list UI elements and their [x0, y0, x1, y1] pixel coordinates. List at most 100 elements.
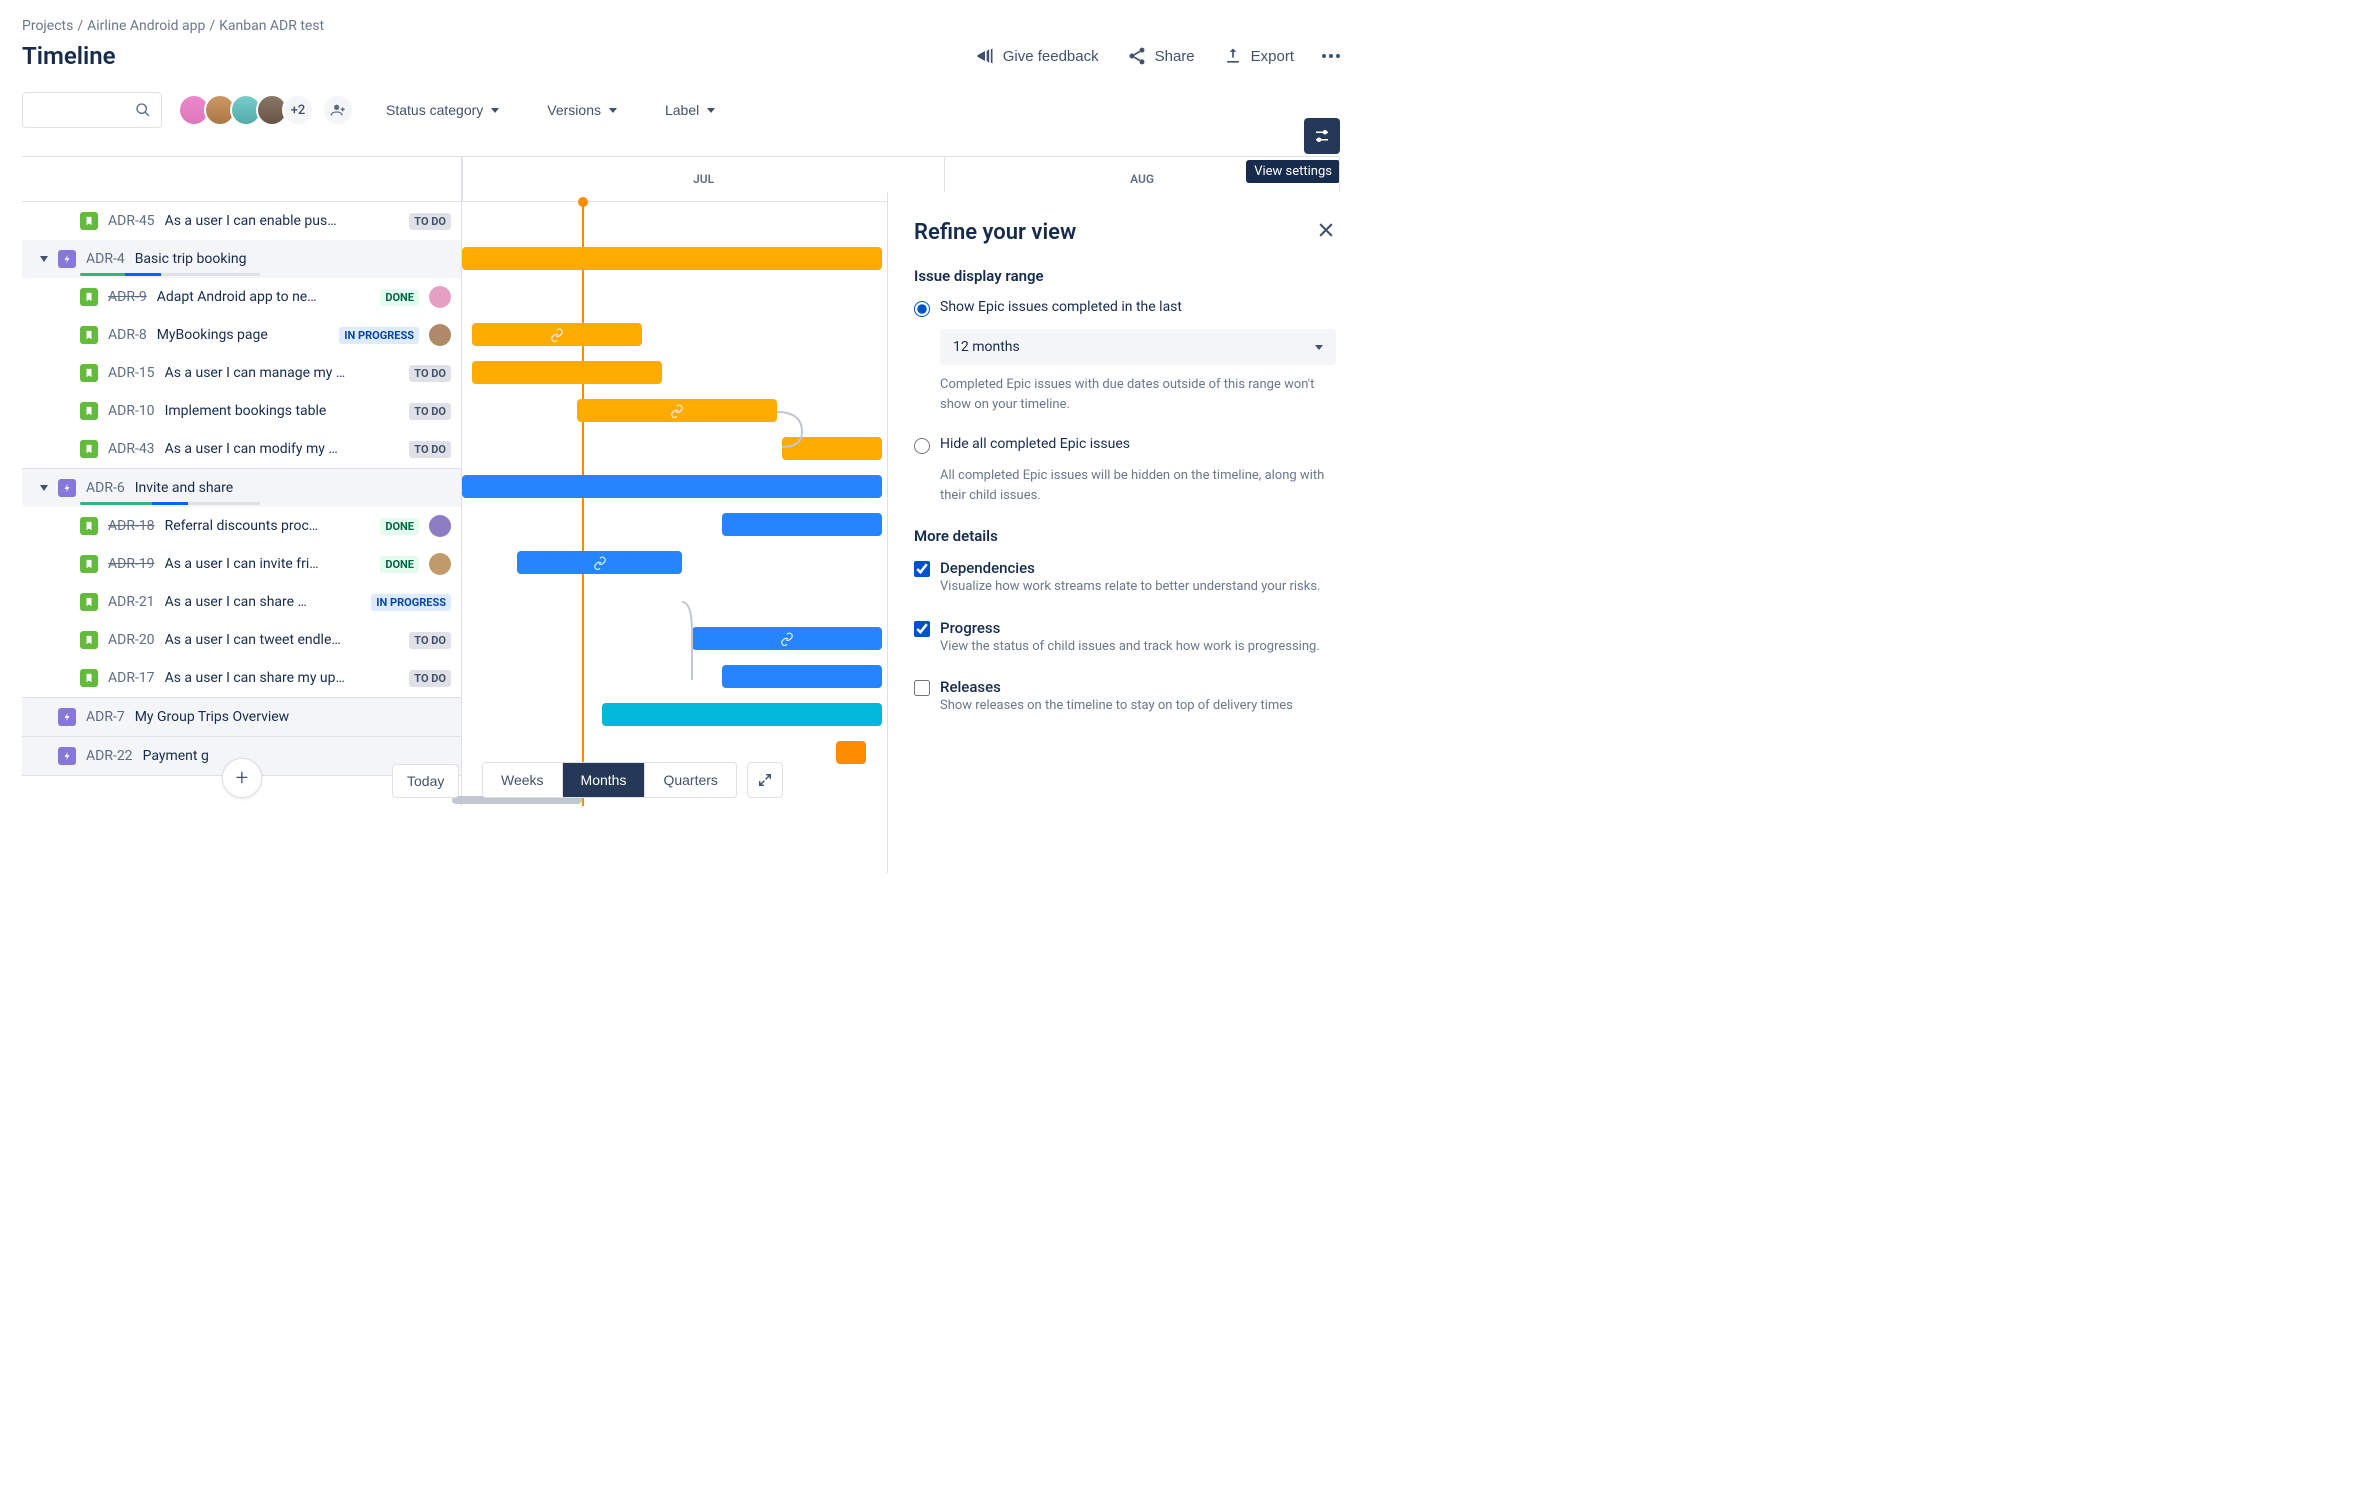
status-badge: DONE — [380, 556, 419, 573]
issue-key[interactable]: ADR-20 — [108, 632, 155, 648]
issue-row[interactable]: ADR-45 As a user I can enable pus… TO DO — [22, 202, 461, 240]
issue-summary: As a user I can tweet endle… — [165, 632, 400, 648]
epic-icon — [58, 250, 76, 268]
gantt-bar[interactable] — [602, 703, 882, 726]
issue-summary: As a user I can share … — [165, 594, 362, 610]
view-settings-button[interactable] — [1304, 118, 1340, 154]
issue-summary: Basic trip booking — [135, 251, 451, 267]
breadcrumb-sep: / — [77, 18, 83, 34]
issue-row[interactable]: ADR-21 As a user I can share … IN PROGRE… — [22, 583, 461, 621]
story-icon — [80, 593, 98, 611]
issue-key[interactable]: ADR-7 — [86, 709, 125, 725]
show-completed-label: Show Epic issues completed in the last — [940, 299, 1182, 315]
gantt-bar[interactable] — [722, 513, 882, 536]
fullscreen-button[interactable] — [747, 762, 783, 798]
story-icon — [80, 212, 98, 230]
epic-row[interactable]: ADR-6 Invite and share — [22, 469, 461, 507]
issue-key[interactable]: ADR-9 — [108, 289, 147, 305]
issue-key[interactable]: ADR-18 — [108, 518, 155, 534]
chevron-down-icon — [609, 108, 617, 113]
dependencies-checkbox[interactable] — [914, 561, 930, 577]
story-icon — [80, 631, 98, 649]
issue-key[interactable]: ADR-45 — [108, 213, 155, 229]
breadcrumb-project[interactable]: Airline Android app — [87, 18, 205, 34]
issue-row[interactable]: ADR-18 Referral discounts proc… DONE — [22, 507, 461, 545]
epic-row[interactable]: ADR-7 My Group Trips Overview — [22, 698, 461, 736]
expand-toggle[interactable] — [40, 256, 48, 262]
search-icon — [135, 102, 151, 118]
sliders-icon — [1313, 127, 1331, 145]
releases-checkbox[interactable] — [914, 680, 930, 696]
gantt-bar[interactable] — [517, 551, 682, 574]
issue-row[interactable]: ADR-10 Implement bookings table TO DO — [22, 392, 461, 430]
gantt-bar[interactable] — [462, 247, 882, 270]
gantt-bar[interactable] — [462, 475, 882, 498]
issue-key[interactable]: ADR-4 — [86, 251, 125, 267]
gantt-bar[interactable] — [472, 361, 662, 384]
epic-icon — [58, 747, 76, 765]
zoom-quarters[interactable]: Quarters — [645, 763, 735, 797]
issue-key[interactable]: ADR-22 — [86, 748, 133, 764]
assignee-avatar[interactable] — [429, 286, 451, 308]
epic-row[interactable]: ADR-4 Basic trip booking — [22, 240, 461, 278]
issue-key[interactable]: ADR-10 — [108, 403, 155, 419]
export-button[interactable]: Export — [1223, 46, 1294, 66]
issue-row[interactable]: ADR-9 Adapt Android app to ne… DONE — [22, 278, 461, 316]
assignee-avatar[interactable] — [429, 515, 451, 537]
chevron-down-icon — [491, 108, 499, 113]
issue-key[interactable]: ADR-8 — [108, 327, 147, 343]
show-completed-radio[interactable] — [914, 301, 930, 317]
completed-range-select[interactable]: 12 months — [940, 329, 1336, 365]
breadcrumb-projects[interactable]: Projects — [22, 18, 73, 34]
issue-summary: As a user I can invite fri… — [165, 556, 371, 572]
issue-summary: MyBookings page — [157, 327, 330, 343]
close-panel-button[interactable] — [1316, 220, 1336, 244]
zoom-toggle: Weeks Months Quarters — [482, 762, 737, 798]
progress-help: View the status of child issues and trac… — [940, 637, 1336, 657]
gantt-bar[interactable] — [836, 741, 866, 764]
issue-key[interactable]: ADR-15 — [108, 365, 155, 381]
issue-row[interactable]: ADR-17 As a user I can share my up… TO D… — [22, 659, 461, 697]
issue-row[interactable]: ADR-8 MyBookings page IN PROGRESS — [22, 316, 461, 354]
issue-key[interactable]: ADR-17 — [108, 670, 155, 686]
add-assignee-button[interactable] — [322, 94, 354, 126]
issue-summary: Implement bookings table — [165, 403, 400, 419]
gantt-bar[interactable] — [692, 627, 882, 650]
share-button[interactable]: Share — [1127, 46, 1195, 66]
issue-key[interactable]: ADR-6 — [86, 480, 125, 496]
breadcrumb-board[interactable]: Kanban ADR test — [219, 18, 324, 34]
status-badge: DONE — [380, 289, 419, 306]
versions-filter[interactable]: Versions — [543, 96, 621, 124]
hide-completed-radio[interactable] — [914, 438, 930, 454]
issue-summary: As a user I can modify my … — [165, 441, 400, 457]
status-badge: TO DO — [409, 403, 451, 420]
share-icon — [1127, 46, 1147, 66]
more-actions-button[interactable] — [1322, 54, 1340, 58]
issue-key[interactable]: ADR-21 — [108, 594, 155, 610]
expand-toggle[interactable] — [40, 485, 48, 491]
chevron-down-icon — [707, 108, 715, 113]
issue-row[interactable]: ADR-15 As a user I can manage my … TO DO — [22, 354, 461, 392]
gantt-bar[interactable] — [782, 437, 882, 460]
issue-row[interactable]: ADR-43 As a user I can modify my … TO DO — [22, 430, 461, 468]
assignee-avatar[interactable] — [429, 324, 451, 346]
add-issue-button[interactable]: + — [222, 758, 262, 798]
status-badge: TO DO — [409, 213, 451, 230]
label-filter[interactable]: Label — [661, 96, 719, 124]
zoom-weeks[interactable]: Weeks — [483, 763, 563, 797]
zoom-months[interactable]: Months — [563, 763, 646, 797]
issue-key[interactable]: ADR-43 — [108, 441, 155, 457]
issue-row[interactable]: ADR-19 As a user I can invite fri… DONE — [22, 545, 461, 583]
status-filter[interactable]: Status category — [382, 96, 503, 124]
progress-checkbox[interactable] — [914, 621, 930, 637]
avatar-overflow[interactable]: +2 — [282, 94, 314, 126]
issue-row[interactable]: ADR-20 As a user I can tweet endle… TO D… — [22, 621, 461, 659]
gantt-bar[interactable] — [472, 323, 642, 346]
issue-key[interactable]: ADR-19 — [108, 556, 155, 572]
search-input[interactable] — [22, 92, 162, 128]
assignee-avatar[interactable] — [429, 553, 451, 575]
today-button[interactable]: Today — [392, 764, 459, 798]
gantt-bar[interactable] — [577, 399, 777, 422]
give-feedback-button[interactable]: Give feedback — [975, 46, 1099, 66]
gantt-bar[interactable] — [722, 665, 882, 688]
